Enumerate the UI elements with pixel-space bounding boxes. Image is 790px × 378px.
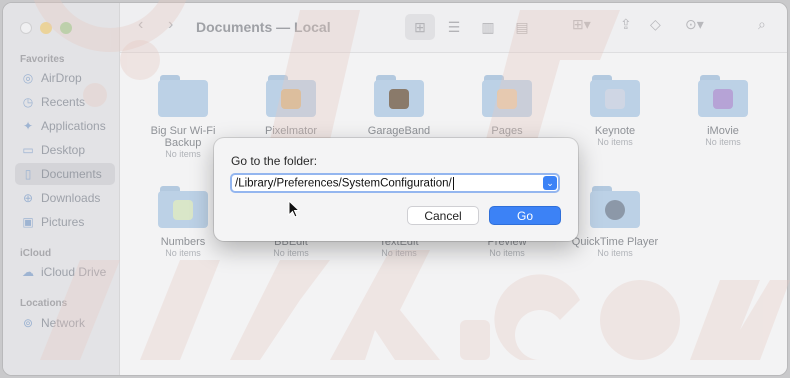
go-to-folder-dialog: Go to the folder: /Library/Preferences/S… (214, 138, 578, 241)
close-button[interactable] (20, 22, 32, 34)
column-view-icon[interactable]: ▥ (473, 14, 503, 40)
sidebar-item-label: Network (41, 316, 86, 330)
clock-icon: ◷ (22, 95, 34, 109)
file-subtitle: No items (273, 248, 309, 258)
folder-path-value[interactable]: /Library/Preferences/SystemConfiguration… (232, 176, 543, 190)
file-item[interactable]: Pages (457, 75, 557, 137)
minimize-button[interactable] (40, 22, 52, 34)
sidebar-item-label: Documents (41, 167, 102, 181)
file-name: Pixelmator (265, 125, 317, 137)
file-subtitle: No items (705, 137, 741, 147)
sidebar-item-network[interactable]: ⊚ Network (15, 312, 115, 334)
folder-path-text: /Library/Preferences/SystemConfiguration… (235, 177, 452, 190)
sidebar-item-label: Recents (41, 95, 86, 109)
document-icon: ▯ (24, 167, 32, 181)
airdrop-icon: ◎ (22, 71, 34, 85)
file-item[interactable]: GarageBand (349, 75, 449, 137)
applications-icon: ✦ (22, 119, 34, 133)
window-controls (20, 22, 72, 34)
toolbar: ‹ › Documents — Local ⊞ ☰ ▥ ▤ ⊞▾ ⇪ ◇ ⊙▾ … (120, 3, 787, 53)
sidebar-item-downloads[interactable]: ⊕ Downloads (15, 187, 115, 209)
mouse-cursor-icon (288, 200, 300, 218)
file-subtitle: No items (597, 137, 633, 147)
sidebar-item-icloud-drive[interactable]: ☁ iCloud Drive (15, 261, 115, 283)
chevron-down-icon[interactable]: ⌄ (543, 176, 557, 190)
sidebar-item-label: iCloud Drive (41, 265, 107, 279)
file-name: Keynote (594, 125, 636, 137)
folder-icon (698, 75, 748, 117)
text-caret (452, 176, 454, 190)
list-view-icon[interactable]: ☰ (439, 14, 469, 40)
sidebar-item-label: Desktop (41, 143, 86, 157)
more-actions-icon[interactable]: ⊙▾ (685, 16, 704, 33)
file-name-line1: Big Sur Wi-Fi (150, 125, 216, 137)
sidebar-item-airdrop[interactable]: ◎ AirDrop (15, 67, 115, 89)
folder-icon (590, 75, 640, 117)
pictures-icon: ▣ (22, 215, 34, 229)
cancel-button[interactable]: Cancel (407, 206, 479, 225)
sidebar-item-label: Downloads (41, 191, 101, 205)
sidebar-item-label: Applications (41, 119, 106, 133)
desktop-icon: ▭ (22, 143, 34, 157)
folder-icon (266, 75, 316, 117)
gallery-view-icon[interactable]: ▤ (507, 14, 537, 40)
dialog-title: Go to the folder: (231, 154, 318, 168)
file-name: iMovie (707, 125, 739, 137)
tag-icon[interactable]: ◇ (650, 16, 661, 33)
file-item[interactable]: QuickTime Player No items (565, 186, 665, 259)
folder-icon (158, 186, 208, 228)
folder-path-input[interactable]: /Library/Preferences/SystemConfiguration… (230, 173, 560, 193)
download-icon: ⊕ (22, 191, 34, 205)
group-icon[interactable]: ⊞▾ (572, 16, 591, 33)
share-icon[interactable]: ⇪ (620, 16, 632, 33)
sidebar-item-label: Pictures (41, 215, 85, 229)
forward-icon[interactable]: › (168, 16, 173, 34)
search-icon[interactable]: ⌕ (758, 16, 766, 33)
go-button[interactable]: Go (489, 206, 561, 225)
folder-icon (374, 75, 424, 117)
sidebar-item-documents[interactable]: ▯ Documents (15, 163, 115, 185)
sidebar-item-pictures[interactable]: ▣ Pictures (15, 211, 115, 233)
file-item[interactable]: Keynote No items (565, 75, 665, 148)
folder-icon (158, 75, 208, 117)
sidebar-item-label: AirDrop (41, 71, 82, 85)
view-mode-group: ⊞ ☰ ▥ ▤ (405, 14, 537, 40)
zoom-button[interactable] (60, 22, 72, 34)
sidebar-section-locations: Locations (20, 298, 68, 309)
window-title: Documents — Local (196, 19, 331, 35)
file-name: Pages (491, 125, 523, 137)
folder-icon (482, 75, 532, 117)
sidebar-section-favorites: Favorites (20, 54, 65, 65)
sidebar-item-recents[interactable]: ◷ Recents (15, 91, 115, 113)
file-subtitle: No items (381, 248, 417, 258)
icon-view-icon[interactable]: ⊞ (405, 14, 435, 40)
file-name: QuickTime Player (571, 236, 659, 248)
globe-icon: ⊚ (22, 316, 34, 330)
file-subtitle: No items (597, 248, 633, 258)
back-icon[interactable]: ‹ (138, 16, 143, 34)
sidebar-item-applications[interactable]: ✦ Applications (15, 115, 115, 137)
file-name: GarageBand (367, 125, 431, 137)
cloud-icon: ☁ (22, 265, 34, 279)
sidebar: Favorites ◎ AirDrop ◷ Recents ✦ Applicat… (3, 3, 120, 375)
folder-icon (590, 186, 640, 228)
file-subtitle: No items (489, 248, 525, 258)
file-item[interactable]: iMovie No items (673, 75, 773, 148)
file-item[interactable]: Pixelmator (241, 75, 341, 137)
file-subtitle: No items (165, 248, 201, 258)
sidebar-section-icloud: iCloud (20, 248, 52, 259)
sidebar-item-desktop[interactable]: ▭ Desktop (15, 139, 115, 161)
